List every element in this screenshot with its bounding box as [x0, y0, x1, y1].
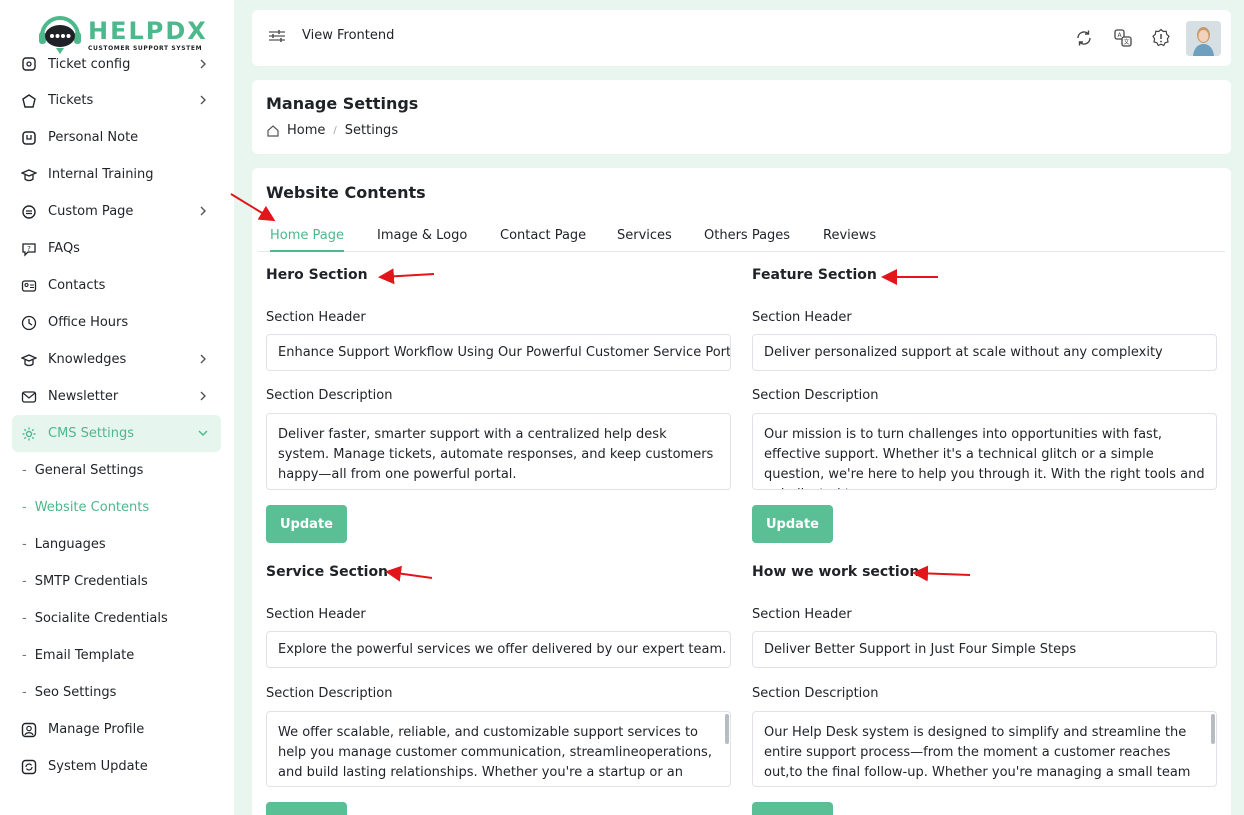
arrow-to-service-section — [385, 565, 433, 582]
arrow-to-hero-section — [378, 268, 435, 285]
arrow-to-home-page-tab — [230, 193, 276, 222]
annotation-arrows — [230, 193, 971, 582]
arrow-to-how-we-work-section — [912, 565, 971, 582]
